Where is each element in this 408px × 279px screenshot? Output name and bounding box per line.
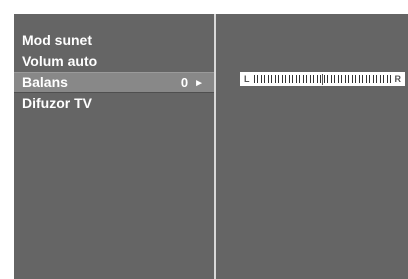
menu-item-volum-auto[interactable]: Volum auto [14, 51, 214, 72]
balance-tick [292, 75, 294, 83]
menu-item-label: Balans [22, 74, 68, 90]
balance-tick [306, 75, 308, 83]
balance-tick [299, 75, 301, 83]
balance-tick [376, 75, 378, 83]
balance-tick [383, 75, 385, 83]
balance-tick [334, 75, 336, 83]
balance-tick [323, 75, 325, 83]
balance-tick [254, 75, 255, 83]
balance-tick [260, 75, 262, 83]
balance-tick [264, 75, 266, 83]
balance-tick [348, 75, 350, 83]
balance-tick [355, 75, 357, 83]
balance-tick [362, 75, 364, 83]
sound-menu: Mod sunet Volum auto Balans 0 ► Difuzor T… [14, 30, 214, 114]
balans-value: 0 ► [181, 73, 204, 93]
balance-slider[interactable]: L R [240, 72, 405, 86]
balance-tick [316, 75, 318, 83]
balance-tick [372, 75, 374, 83]
balance-tick [295, 75, 297, 83]
balance-tick [344, 75, 346, 83]
menu-item-difuzor-tv[interactable]: Difuzor TV [14, 93, 214, 114]
balance-tick [386, 75, 388, 83]
balance-tick [330, 75, 332, 83]
balance-tick [337, 75, 339, 83]
balance-tick [358, 75, 360, 83]
balance-tick [271, 75, 273, 83]
menu-item-label: Mod sunet [22, 32, 92, 48]
balance-tick [285, 75, 287, 83]
balance-tick [288, 75, 290, 83]
right-arrow-icon: ► [194, 78, 204, 89]
balans-value-text: 0 [180, 75, 189, 90]
balance-tick [278, 75, 280, 83]
balance-tick [313, 75, 315, 83]
balance-ticks [254, 74, 391, 85]
menu-item-label: Volum auto [22, 53, 98, 69]
balance-tick [281, 75, 283, 83]
balance-right-label: R [394, 74, 402, 84]
balance-tick [365, 75, 367, 83]
osd-screen: Mod sunet Volum auto Balans 0 ► Difuzor T… [0, 0, 408, 279]
balance-tick [302, 75, 304, 83]
sound-menu-panel: Mod sunet Volum auto Balans 0 ► Difuzor T… [14, 14, 214, 279]
balance-tick [390, 75, 391, 83]
balance-tick [369, 75, 371, 83]
menu-item-mod-sunet[interactable]: Mod sunet [14, 30, 214, 51]
balance-tick [379, 75, 381, 83]
menu-item-balans[interactable]: Balans 0 ► [14, 72, 214, 93]
balance-tick [351, 75, 353, 83]
balance-panel: L R [216, 14, 408, 279]
balance-tick [274, 75, 276, 83]
balance-tick [341, 75, 343, 83]
balance-left-label: L [244, 74, 250, 84]
balance-tick [309, 75, 311, 83]
balance-tick [327, 75, 329, 83]
menu-item-label: Difuzor TV [22, 95, 92, 111]
balance-tick [267, 75, 269, 83]
balance-tick [257, 75, 259, 83]
balance-position-marker [322, 74, 323, 85]
